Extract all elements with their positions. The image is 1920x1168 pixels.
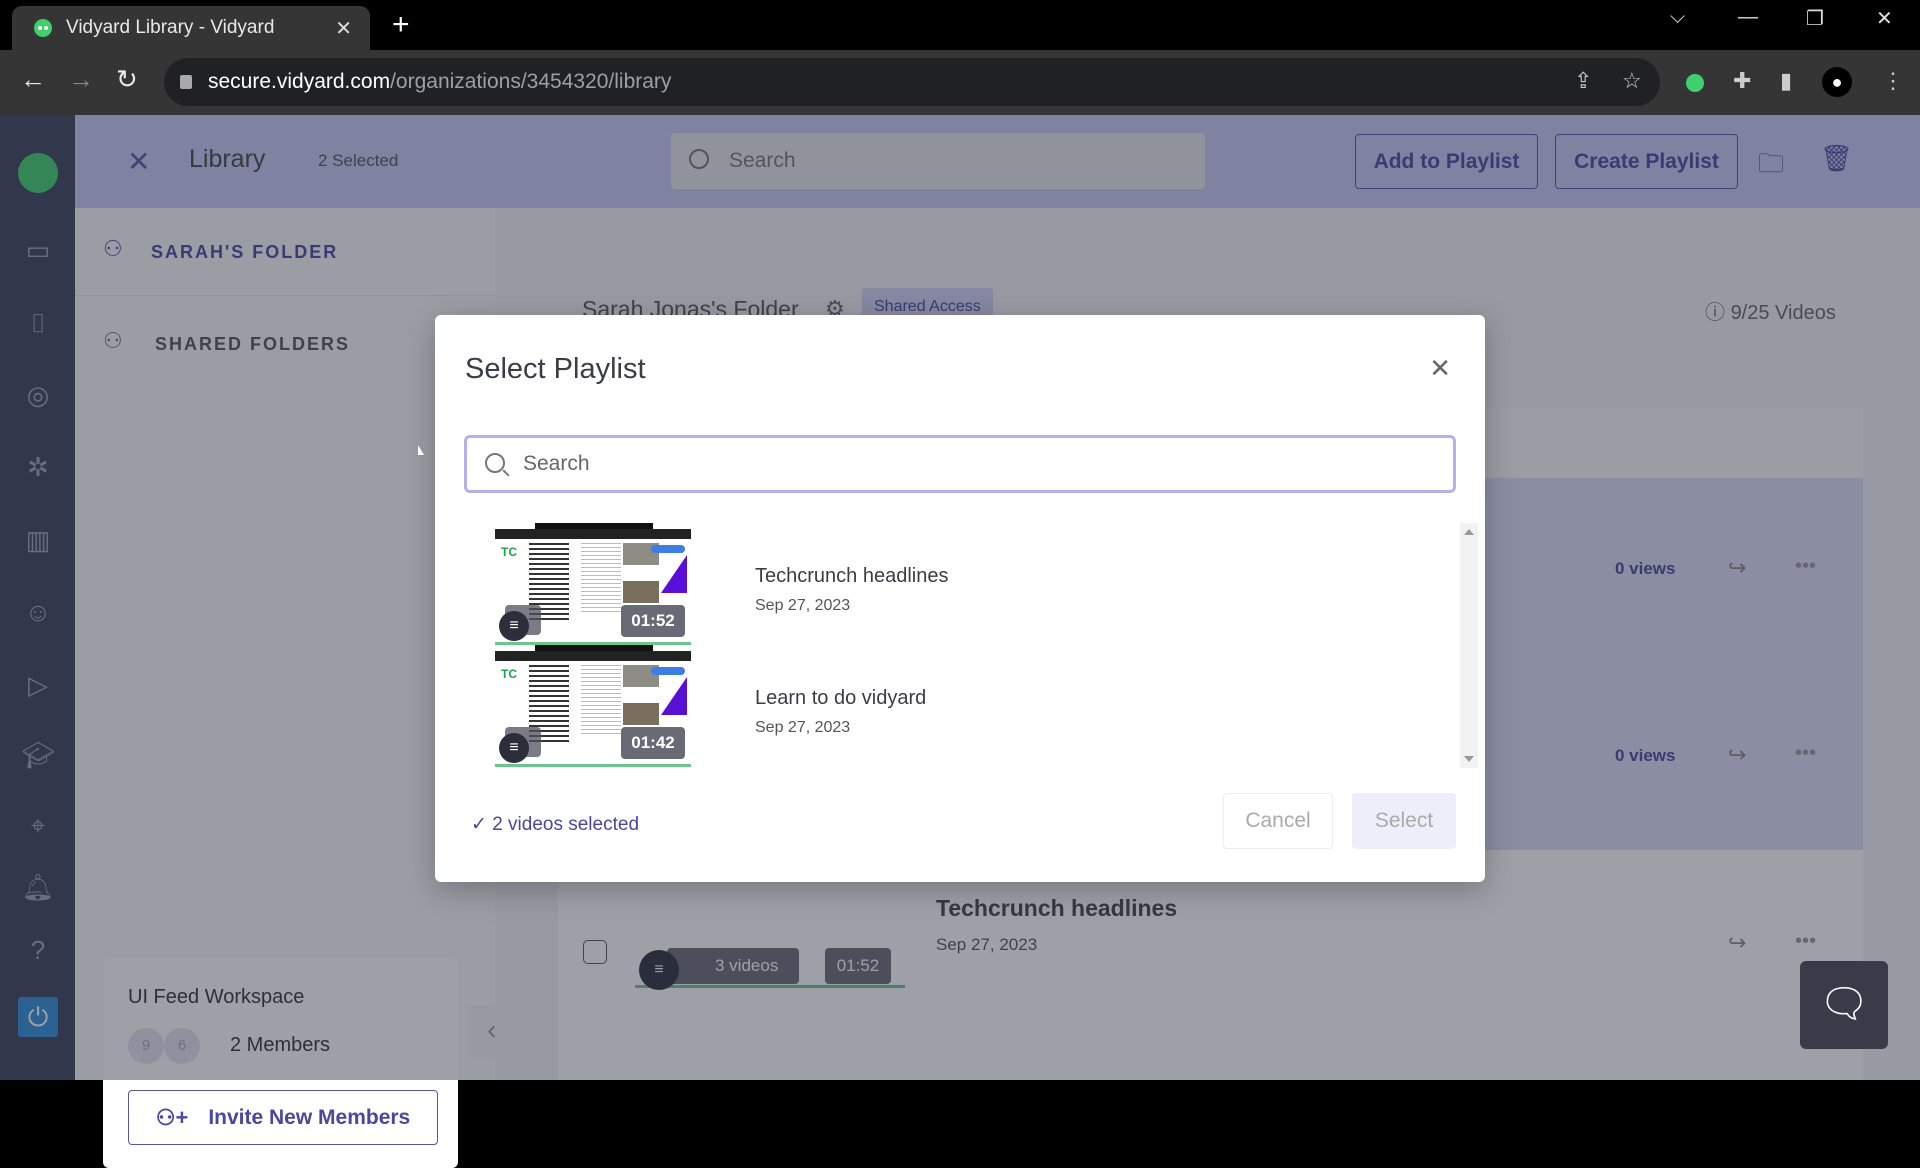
playlist-item[interactable]: TC ≡ 01:52 Techcrunch headlines Sep 27, … bbox=[465, 523, 1425, 645]
browser-tab[interactable]: Vidyard Library - Vidyard ✕ bbox=[12, 6, 370, 50]
share-icon[interactable]: ⇪ bbox=[1574, 68, 1592, 94]
vidyard-favicon-icon bbox=[34, 19, 52, 37]
invite-members-label: Invite New Members bbox=[208, 1105, 411, 1129]
forward-icon[interactable]: → bbox=[68, 64, 94, 95]
playlist-icon: ≡ bbox=[499, 733, 529, 763]
close-tab-icon[interactable]: ✕ bbox=[335, 16, 352, 41]
browser-tab-bar: Vidyard Library - Vidyard ✕ + ⌵ — ❐ ✕ bbox=[0, 0, 1920, 50]
url-host: secure.vidyard.com bbox=[208, 70, 391, 93]
playlist-list: TC ≡ 01:52 Techcrunch headlines Sep 27, … bbox=[465, 523, 1465, 771]
lock-icon bbox=[180, 75, 192, 89]
minimize-icon[interactable]: — bbox=[1738, 6, 1758, 29]
profile-avatar-icon[interactable]: ● bbox=[1822, 67, 1852, 97]
invite-members-button[interactable]: ⚇+ Invite New Members bbox=[128, 1090, 438, 1145]
playlist-thumbnail: TC ≡ 01:52 bbox=[495, 523, 691, 645]
scroll-up-icon[interactable] bbox=[1464, 529, 1474, 535]
browser-menu-icon[interactable]: ⋮ bbox=[1882, 68, 1904, 94]
select-button[interactable]: Select bbox=[1352, 793, 1456, 849]
playlist-icon: ≡ bbox=[499, 611, 529, 641]
side-panel-icon[interactable]: ▮ bbox=[1780, 68, 1792, 94]
modal-title: Select Playlist bbox=[465, 353, 646, 385]
select-playlist-modal: Select Playlist ✕ Search TC ≡ 01:52 Tech… bbox=[435, 315, 1485, 882]
back-icon[interactable]: ← bbox=[20, 64, 46, 95]
playlist-thumbnail: TC ≡ 01:42 bbox=[495, 645, 691, 767]
bookmark-star-icon[interactable]: ☆ bbox=[1622, 68, 1642, 94]
search-placeholder: Search bbox=[523, 452, 590, 475]
vidyard-app: ▭ ⌷ ◎ ✲ ▥ ☺ ▷ 🎓︎ ⌖ 🔔︎ ? ⏻ ✕ Library 2 Se… bbox=[0, 115, 1920, 1168]
add-user-icon: ⚇+ bbox=[155, 1104, 189, 1130]
duration-badge: 01:42 bbox=[621, 727, 685, 759]
playlist-date: Sep 27, 2023 bbox=[755, 597, 851, 614]
cancel-button[interactable]: Cancel bbox=[1223, 793, 1333, 849]
tab-title: Vidyard Library - Vidyard bbox=[66, 17, 275, 38]
reload-icon[interactable]: ↻ bbox=[116, 64, 138, 95]
playlist-date: Sep 27, 2023 bbox=[755, 719, 851, 736]
close-window-icon[interactable]: ✕ bbox=[1876, 6, 1893, 31]
vidyard-extension-icon[interactable] bbox=[1686, 74, 1704, 92]
playlist-scrollbar[interactable] bbox=[1460, 523, 1478, 768]
url-path: /organizations/3454320/library bbox=[390, 70, 672, 93]
playlist-name: Techcrunch headlines bbox=[755, 565, 949, 587]
duration-badge: 01:52 bbox=[621, 605, 685, 637]
browser-toolbar: ← → ↻ secure.vidyard.com/organizations/3… bbox=[0, 50, 1920, 115]
new-tab-icon[interactable]: + bbox=[392, 8, 410, 42]
mouse-cursor bbox=[418, 445, 424, 455]
tab-search-chevron-icon[interactable]: ⌵ bbox=[1670, 6, 1685, 29]
scroll-down-icon[interactable] bbox=[1464, 756, 1474, 762]
chat-widget-icon[interactable]: 🗨︎ bbox=[1800, 961, 1888, 1049]
selected-videos-status: ✓ 2 videos selected bbox=[471, 814, 640, 835]
extensions-puzzle-icon[interactable]: ✚ bbox=[1733, 68, 1751, 94]
modal-close-icon[interactable]: ✕ bbox=[1429, 353, 1451, 384]
restore-icon[interactable]: ❐ bbox=[1806, 6, 1824, 31]
playlist-item[interactable]: TC ≡ 01:42 Learn to do vidyard Sep 27, 2… bbox=[465, 645, 1425, 767]
playlist-name: Learn to do vidyard bbox=[755, 687, 927, 709]
search-icon bbox=[485, 453, 505, 473]
address-bar[interactable]: secure.vidyard.com/organizations/3454320… bbox=[164, 58, 1660, 106]
playlist-search-input[interactable]: Search bbox=[464, 435, 1456, 493]
